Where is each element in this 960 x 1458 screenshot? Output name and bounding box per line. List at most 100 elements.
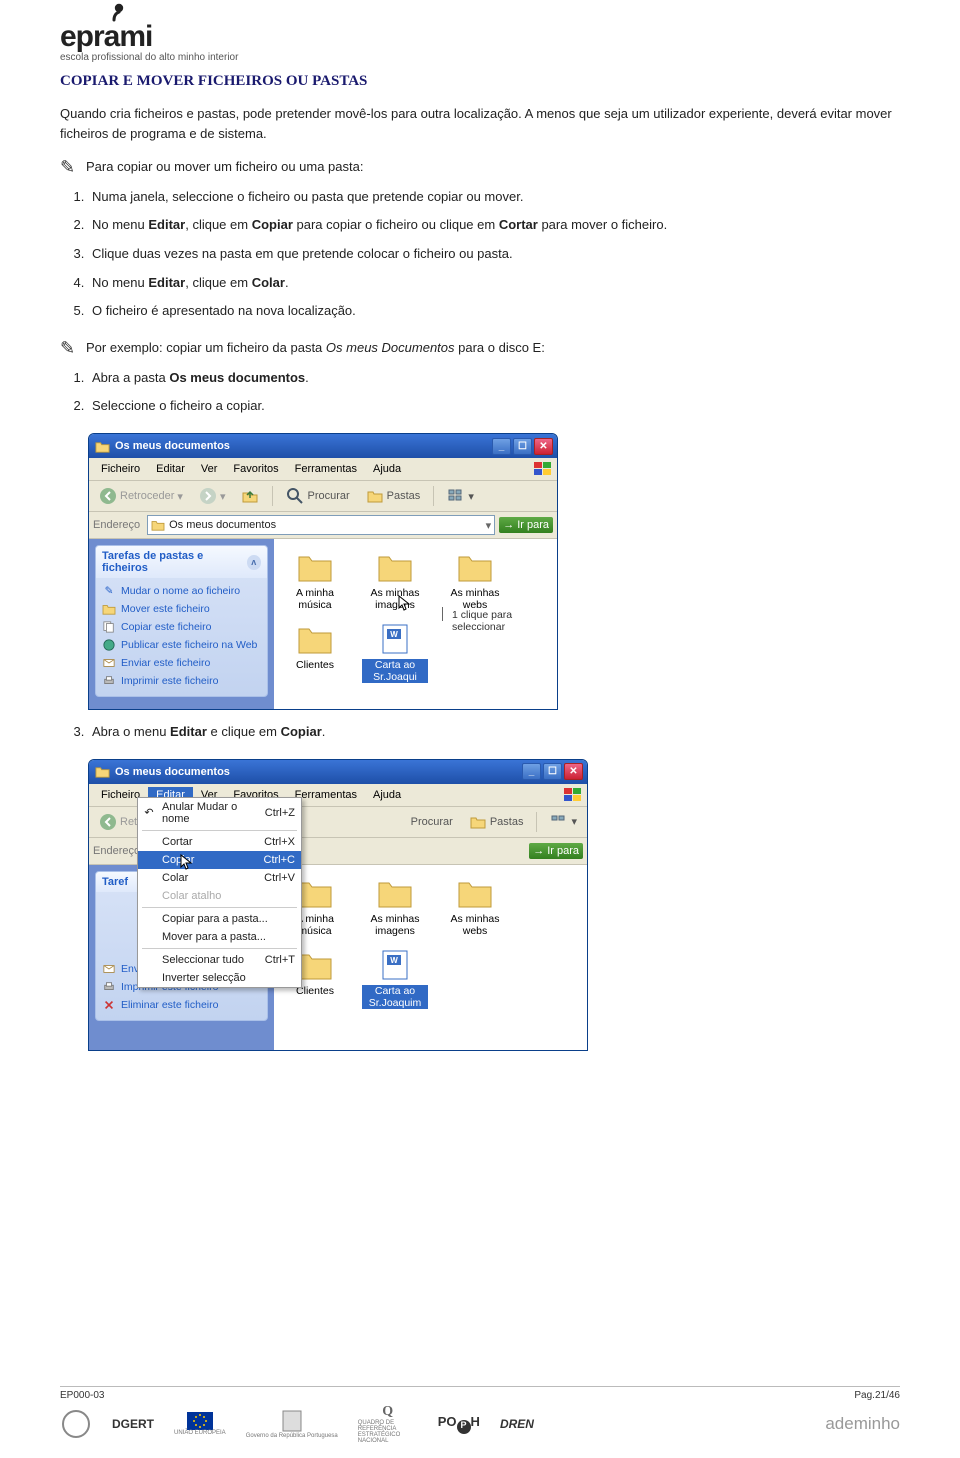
cursor-icon bbox=[398, 595, 410, 611]
mail-icon bbox=[102, 962, 116, 976]
menu-copy-to[interactable]: Copiar para a pasta... bbox=[138, 910, 301, 928]
footer-pagenum: Pag.21/46 bbox=[854, 1390, 900, 1401]
file-area: A minha música As minhas imagens As minh… bbox=[274, 865, 587, 1050]
address-input[interactable]: Os meus documentos ▾ bbox=[147, 515, 495, 535]
procedure-heading: ✎ Para copiar ou mover um ficheiro ou um… bbox=[60, 157, 900, 179]
page: eprami escola profissional do alto minho… bbox=[0, 0, 960, 1051]
menu-file[interactable]: Ficheiro bbox=[93, 461, 148, 477]
folders-icon bbox=[366, 487, 384, 505]
folder-up-icon bbox=[241, 487, 259, 505]
close-button[interactable]: ✕ bbox=[534, 438, 553, 455]
example-steps-continued: Abra o menu Editar e clique em Copiar. bbox=[88, 720, 900, 745]
views-button[interactable]: ▾ bbox=[544, 810, 583, 834]
menu-paste[interactable]: ColarCtrl+V bbox=[138, 869, 301, 887]
window-titlebar: Os meus documentos _ ☐ ✕ bbox=[89, 434, 557, 458]
go-button[interactable]: →Ir para bbox=[499, 517, 553, 533]
maximize-button[interactable]: ☐ bbox=[513, 438, 532, 455]
svg-text:W: W bbox=[390, 956, 398, 965]
example-steps: Abra a pasta Os meus documentos. Selecci… bbox=[88, 366, 900, 419]
folder-music[interactable]: A minha música bbox=[282, 549, 348, 611]
logo-ademinho: ademinho bbox=[825, 1414, 900, 1434]
printer-icon bbox=[102, 674, 116, 688]
task-rename[interactable]: ✎Mudar o nome ao ficheiro bbox=[102, 582, 261, 600]
logo-dgert: DGERT bbox=[112, 1417, 154, 1431]
logo-gov-pt: Governo da República Portuguesa bbox=[246, 1409, 338, 1439]
screenshot-explorer-editmenu: Os meus documentos _ ☐ ✕ Ficheiro Editar… bbox=[88, 759, 588, 1051]
folder-images[interactable]: As minhas imagens bbox=[362, 875, 428, 937]
logo-wordmark: eprami bbox=[60, 20, 152, 54]
minimize-button[interactable]: _ bbox=[492, 438, 511, 455]
back-arrow-icon bbox=[99, 813, 117, 831]
folder-webs[interactable]: As minhas webs bbox=[442, 549, 508, 611]
folder-clients[interactable]: Clientes bbox=[282, 621, 348, 683]
back-button[interactable]: Retroceder ▾ bbox=[93, 484, 189, 508]
task-print[interactable]: Imprimir este ficheiro bbox=[102, 672, 261, 690]
task-move[interactable]: Mover este ficheiro bbox=[102, 600, 261, 618]
search-button[interactable]: Procurar bbox=[405, 813, 459, 831]
menu-cut[interactable]: CortarCtrl+X bbox=[138, 833, 301, 851]
step-5: O ficheiro é apresentado na nova localiz… bbox=[88, 299, 900, 324]
task-send[interactable]: Enviar este ficheiro bbox=[102, 654, 261, 672]
menu-help[interactable]: Ajuda bbox=[365, 787, 409, 803]
menu-copy-highlighted[interactable]: CopiarCtrl+C bbox=[138, 851, 301, 869]
folder-webs[interactable]: As minhas webs bbox=[442, 875, 508, 937]
file-carta-selected[interactable]: WCarta ao Sr.Joaquim bbox=[362, 947, 428, 1009]
intro-paragraph: Quando cria ficheiros e pastas, pode pre… bbox=[60, 104, 900, 143]
folders-button[interactable]: Pastas bbox=[463, 810, 530, 834]
globe-icon bbox=[102, 638, 116, 652]
task-delete[interactable]: Eliminar este ficheiro bbox=[102, 996, 261, 1014]
address-label: Endereço bbox=[93, 519, 140, 531]
minimize-button[interactable]: _ bbox=[522, 763, 541, 780]
procedure-heading-text: Para copiar ou mover um ficheiro ou uma … bbox=[86, 157, 363, 177]
section-title: COPIAR E MOVER FICHEIROS OU PASTAS bbox=[60, 73, 900, 90]
folders-button[interactable]: Pastas bbox=[360, 484, 427, 508]
close-button[interactable]: ✕ bbox=[564, 763, 583, 780]
callout-label: 1 clique para seleccionar bbox=[452, 609, 557, 633]
address-bar: Endereço Os meus documentos ▾ →Ir para bbox=[89, 512, 557, 539]
menu-paste-shortcut: Colar atalho bbox=[138, 887, 301, 905]
menu-help[interactable]: Ajuda bbox=[365, 461, 409, 477]
search-button[interactable]: Procurar bbox=[280, 484, 355, 508]
logo-cert-icon bbox=[60, 1408, 92, 1440]
back-button[interactable]: Ret bbox=[93, 810, 143, 834]
window-titlebar: Os meus documentos _ ☐ ✕ bbox=[89, 760, 587, 784]
footer-logos: DGERT UNIÃO EUROPEIA Governo da Repúblic… bbox=[60, 1404, 900, 1444]
task-publish[interactable]: Publicar este ficheiro na Web bbox=[102, 636, 261, 654]
edit-dropdown-menu: ↶Anular Mudar o nomeCtrl+Z CortarCtrl+X … bbox=[137, 797, 302, 988]
menu-undo[interactable]: ↶Anular Mudar o nomeCtrl+Z bbox=[138, 798, 301, 828]
menubar: Ficheiro Editar Ver Favoritos Ferramenta… bbox=[89, 458, 557, 481]
footer-docid: EP000-03 bbox=[60, 1390, 104, 1401]
menu-select-all[interactable]: Seleccionar tudoCtrl+T bbox=[138, 951, 301, 969]
search-icon bbox=[286, 487, 304, 505]
task-copy[interactable]: Copiar este ficheiro bbox=[102, 618, 261, 636]
menu-invert-selection[interactable]: Inverter selecção bbox=[138, 969, 301, 987]
go-button[interactable]: →Ir para bbox=[529, 843, 583, 859]
step-3: Clique duas vezes na pasta em que preten… bbox=[88, 242, 900, 267]
forward-button[interactable]: ▾ bbox=[193, 484, 232, 508]
tasks-pane-header[interactable]: Tarefas de pastas e ficheirosᴧ bbox=[96, 546, 267, 578]
example-heading: ✎ Por exemplo: copiar um ficheiro da pas… bbox=[60, 338, 900, 360]
pencil-icon: ✎ bbox=[60, 338, 82, 360]
cursor-icon bbox=[180, 854, 192, 870]
menu-view[interactable]: Ver bbox=[193, 461, 226, 477]
forward-arrow-icon bbox=[199, 487, 217, 505]
step-2: No menu Editar, clique em Copiar para co… bbox=[88, 213, 900, 238]
file-carta-selected[interactable]: WCarta ao Sr.Joaqui bbox=[362, 621, 428, 683]
up-button[interactable] bbox=[235, 484, 265, 508]
folders-icon bbox=[469, 813, 487, 831]
windows-flag-icon bbox=[563, 787, 583, 803]
menu-edit[interactable]: Editar bbox=[148, 461, 193, 477]
logo-eu: UNIÃO EUROPEIA bbox=[174, 1412, 226, 1436]
menu-favorites[interactable]: Favoritos bbox=[225, 461, 286, 477]
folder-images[interactable]: As minhas imagens bbox=[362, 549, 428, 611]
procedure-steps: Numa janela, seleccione o ficheiro ou pa… bbox=[88, 185, 900, 324]
views-button[interactable]: ▾ bbox=[441, 484, 480, 508]
ex-step-2: Seleccione o ficheiro a copiar. bbox=[88, 394, 900, 419]
logo-poph: POPH bbox=[438, 1414, 480, 1434]
folder-icon bbox=[95, 440, 110, 453]
menu-move-to[interactable]: Mover para a pasta... bbox=[138, 928, 301, 946]
menu-tools[interactable]: Ferramentas bbox=[287, 461, 365, 477]
maximize-button[interactable]: ☐ bbox=[543, 763, 562, 780]
toolbar: Retroceder ▾ ▾ Procurar Pastas ▾ bbox=[89, 481, 557, 512]
chevron-up-icon: ᴧ bbox=[247, 555, 261, 570]
